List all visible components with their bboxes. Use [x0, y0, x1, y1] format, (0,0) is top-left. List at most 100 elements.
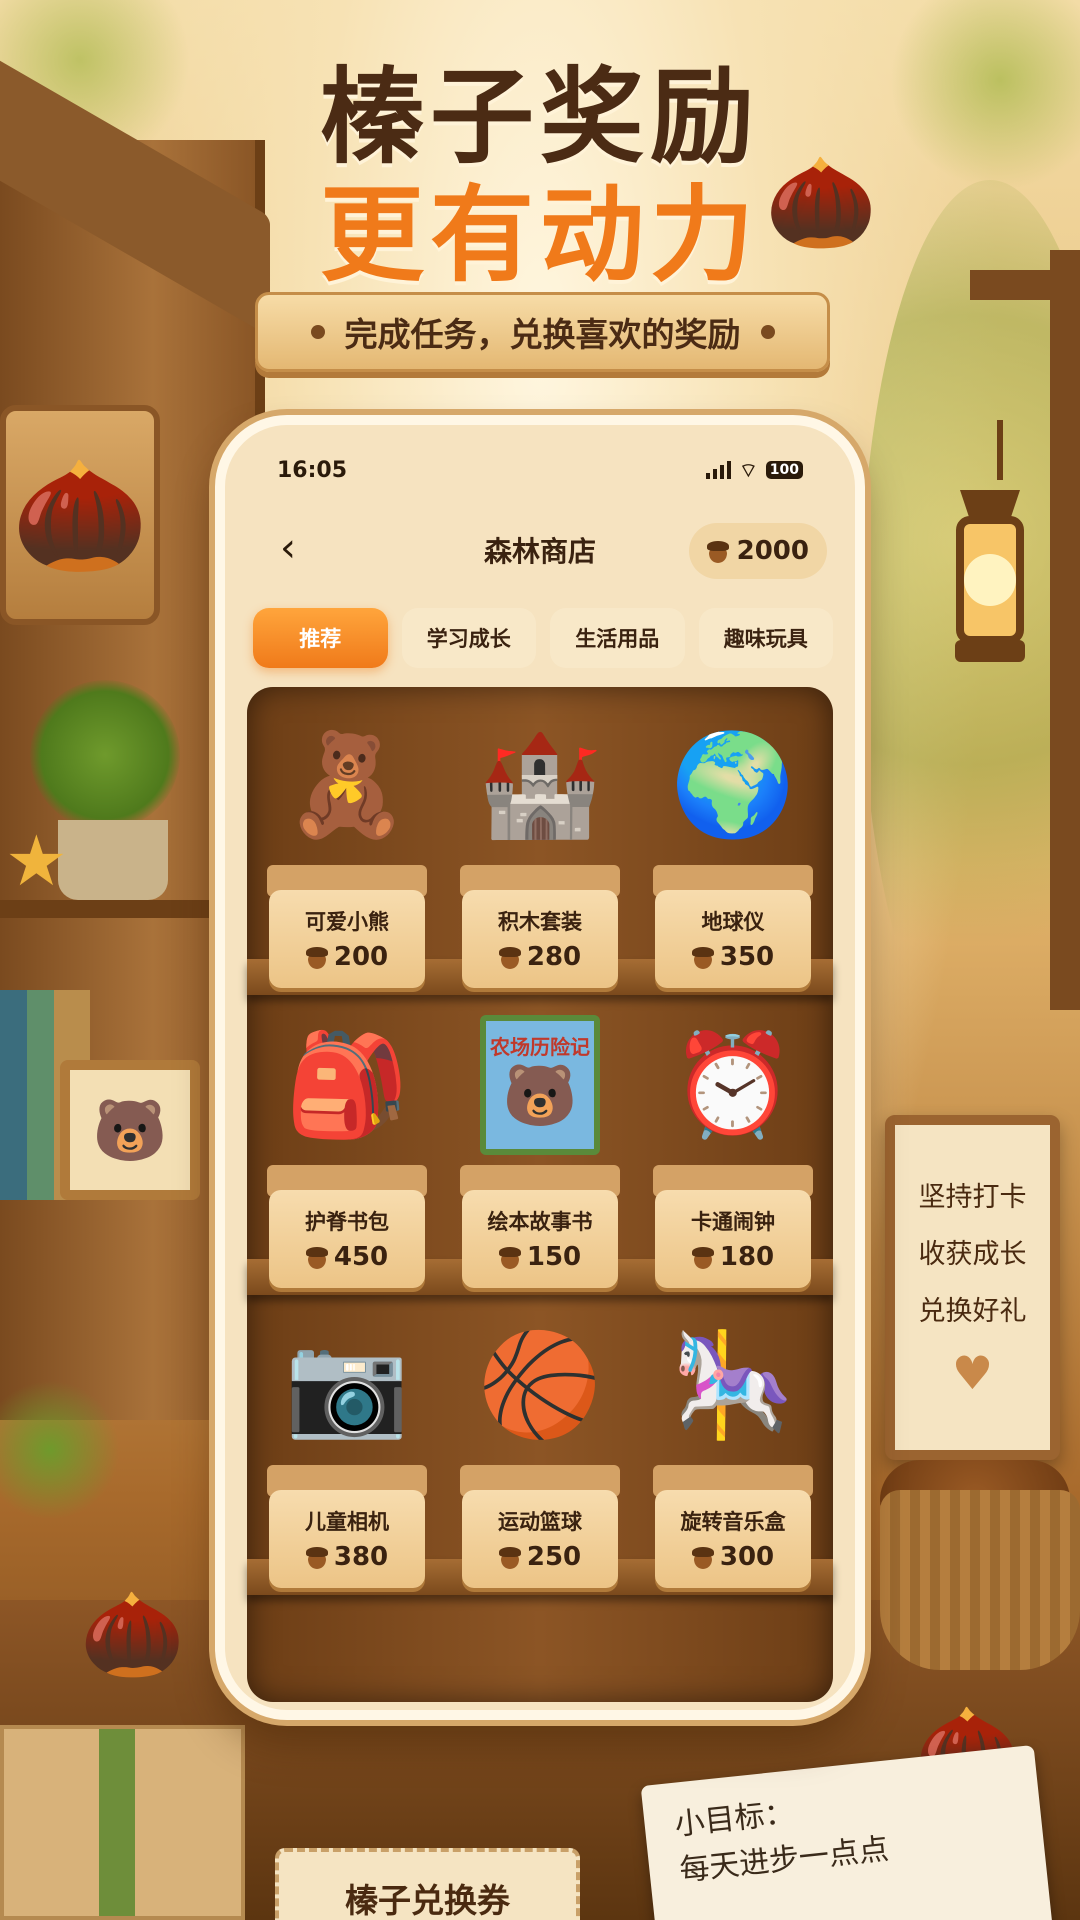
product-name: 运动篮球: [498, 1510, 582, 1534]
product-price: 250: [498, 1542, 582, 1572]
acorn-icon: [305, 1545, 328, 1569]
banner-dot: [760, 325, 775, 339]
product-item[interactable]: 🎠 旋转音乐盒 300: [643, 1295, 823, 1595]
price-value: 150: [526, 1242, 582, 1272]
board-line: 坚持打卡: [918, 1182, 1027, 1213]
product-item[interactable]: 🏰 积木套装 280: [450, 695, 630, 995]
product-card[interactable]: 地球仪 350: [655, 890, 811, 988]
status-indicators: ⌔ 100: [705, 457, 803, 483]
board-line: 收获成长: [918, 1239, 1027, 1270]
banner-text: 完成任务，兑换喜欢的奖励: [344, 315, 741, 354]
bear-frame-icon: 🐻: [60, 1060, 200, 1200]
product-item[interactable]: 📷 儿童相机 380: [257, 1295, 437, 1595]
product-card[interactable]: 卡通闹钟 180: [655, 1190, 811, 1288]
price-value: 200: [333, 942, 389, 972]
shelf-row: 🎒 护脊书包 450 农场历险记 🐻 绘本故事书 150 ⏰ 卡通闹钟 180: [247, 995, 833, 1295]
acorn-icon: [691, 1245, 714, 1269]
status-bar: 16:05 ⌔ 100: [225, 425, 855, 495]
product-card[interactable]: 绘本故事书 150: [462, 1190, 618, 1288]
product-name: 旋转音乐盒: [680, 1510, 786, 1534]
signal-icon: [705, 461, 731, 479]
teddy-bear-icon: 🧸: [284, 726, 410, 843]
carousel-music-box-icon: 🎠: [670, 1326, 796, 1443]
star-icon: ★: [5, 820, 68, 902]
category-tabs: 推荐 学习成长 生活用品 趣味玩具: [253, 608, 833, 668]
balance-value: 2000: [736, 536, 809, 566]
product-price: 180: [691, 1242, 775, 1272]
status-time: 16:05: [277, 457, 348, 483]
price-value: 180: [719, 1242, 775, 1272]
basket-icon: [880, 1490, 1080, 1670]
nav-bar: ‹ 森林商店 2000: [225, 515, 855, 585]
product-item[interactable]: 农场历险记 🐻 绘本故事书 150: [450, 995, 630, 1295]
product-price: 450: [305, 1242, 389, 1272]
product-name: 绘本故事书: [487, 1210, 593, 1234]
exchange-ticket: 榛子兑换券: [275, 1848, 580, 1920]
reward-shelf: 🧸 可爱小熊 200 🏰 积木套装 280 🌍 地球仪 350 🎒 护脊书包 4…: [247, 687, 833, 1702]
product-price: 350: [691, 942, 775, 972]
acorn-icon: [498, 1545, 521, 1569]
banner-dot: [310, 325, 325, 339]
product-item[interactable]: 🌍 地球仪 350: [643, 695, 823, 995]
tab-daily-goods[interactable]: 生活用品: [550, 608, 685, 668]
product-card[interactable]: 儿童相机 380: [269, 1490, 425, 1588]
acorn-icon: 🌰: [80, 1585, 185, 1683]
camera-icon: 📷: [284, 1326, 410, 1443]
product-price: 300: [691, 1542, 775, 1572]
shelf-row: 📷 儿童相机 380 🏀 运动篮球 250 🎠 旋转音乐盒 300: [247, 1295, 833, 1595]
acorn-sign-icon: 🌰: [0, 405, 160, 625]
product-name: 护脊书包: [305, 1210, 389, 1234]
price-value: 350: [719, 942, 775, 972]
side-shelf: [0, 900, 210, 918]
acorn-icon: [498, 1245, 521, 1269]
acorn-icon: [691, 945, 714, 969]
gift-box-icon: [0, 1725, 245, 1920]
product-card[interactable]: 运动篮球 250: [462, 1490, 618, 1588]
alarm-clock-icon: ⏰: [670, 1026, 796, 1143]
price-value: 280: [526, 942, 582, 972]
hero-subtitle: 更有动力: [319, 174, 760, 296]
product-item[interactable]: 🏀 运动篮球 250: [450, 1295, 630, 1595]
wifi-icon: ⌔: [738, 457, 758, 482]
product-card[interactable]: 积木套装 280: [462, 890, 618, 988]
price-value: 300: [719, 1542, 775, 1572]
acorn-balance[interactable]: 2000: [688, 523, 827, 579]
product-item[interactable]: 🎒 护脊书包 450: [257, 995, 437, 1295]
lantern-icon: [955, 420, 1025, 662]
product-card[interactable]: 旋转音乐盒 300: [655, 1490, 811, 1588]
phone-mockup: 16:05 ⌔ 100 ‹ 森林商店 2000 推荐 学习成长 生活用品 趣味玩…: [215, 415, 865, 1720]
bear-icon: 🐻: [502, 1061, 578, 1131]
product-card[interactable]: 可爱小熊 200: [269, 890, 425, 988]
picture-book-icon: 农场历险记 🐻: [470, 1015, 610, 1155]
tab-toys[interactable]: 趣味玩具: [698, 608, 833, 668]
price-value: 380: [333, 1542, 389, 1572]
product-price: 150: [498, 1242, 582, 1272]
battery-icon: 100: [765, 461, 803, 479]
price-value: 450: [333, 1242, 389, 1272]
acorn-icon: [305, 945, 328, 969]
shelf-row: 🧸 可爱小熊 200 🏰 积木套装 280 🌍 地球仪 350: [247, 695, 833, 995]
acorn-icon: [305, 1245, 328, 1269]
tab-learning[interactable]: 学习成长: [401, 608, 536, 668]
slogan-banner: 完成任务，兑换喜欢的奖励: [255, 292, 830, 372]
globe-icon: 🌍: [670, 726, 796, 843]
product-item[interactable]: ⏰ 卡通闹钟 180: [643, 995, 823, 1295]
heart-icon: ♥: [951, 1346, 994, 1400]
acorn-icon: [706, 539, 729, 563]
backpack-icon: 🎒: [284, 1026, 410, 1143]
tab-recommended[interactable]: 推荐: [253, 608, 388, 668]
price-value: 250: [526, 1542, 582, 1572]
board-line: 兑换好礼: [918, 1296, 1027, 1327]
product-item[interactable]: 🧸 可爱小熊 200: [257, 695, 437, 995]
plant-icon: [30, 680, 180, 830]
basketball-icon: 🏀: [477, 1326, 603, 1443]
product-name: 可爱小熊: [305, 910, 389, 934]
building-blocks-icon: 🏰: [477, 726, 603, 843]
product-card[interactable]: 护脊书包 450: [269, 1190, 425, 1288]
back-button[interactable]: ‹: [263, 523, 313, 573]
lamp-post: [1050, 250, 1080, 1010]
plant-pot: [58, 820, 168, 900]
motivation-board: 坚持打卡 收获成长 兑换好礼 ♥: [885, 1115, 1060, 1460]
product-price: 380: [305, 1542, 389, 1572]
product-price: 200: [305, 942, 389, 972]
